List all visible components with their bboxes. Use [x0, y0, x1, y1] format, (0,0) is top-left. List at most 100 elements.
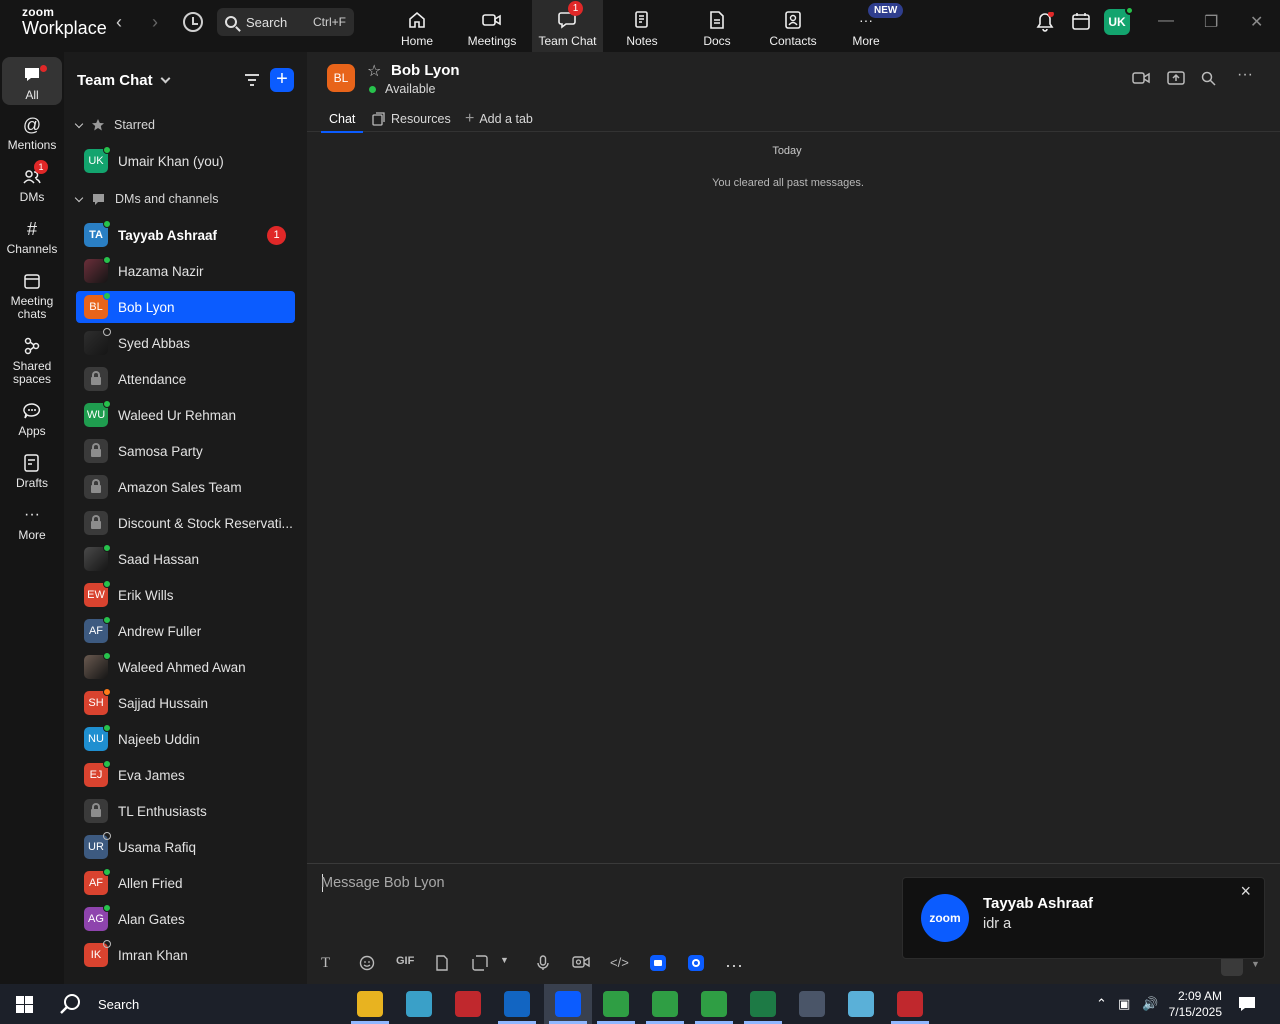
search-icon[interactable] — [1201, 71, 1216, 91]
rail-item-channels[interactable]: # Channels — [0, 218, 64, 256]
rail-item-apps[interactable]: Apps — [0, 400, 64, 438]
windows-start-icon[interactable] — [16, 996, 33, 1013]
app-zoom-icon[interactable] — [688, 955, 704, 971]
list-item[interactable]: UR Usama Rafiq — [76, 831, 295, 863]
rail-item-all[interactable]: All — [2, 57, 62, 105]
user-avatar[interactable]: UK — [1104, 6, 1134, 35]
tab-meetings[interactable]: Meetings — [459, 0, 525, 52]
list-item[interactable]: NU Najeeb Uddin — [76, 723, 295, 755]
back-arrow-icon[interactable]: ‹ — [116, 12, 122, 33]
tab-home[interactable]: Home — [383, 0, 451, 52]
maximize-icon[interactable]: ❐ — [1204, 12, 1218, 32]
filezilla-icon[interactable] — [455, 991, 481, 1017]
list-item[interactable]: Amazon Sales Team — [76, 471, 295, 503]
list-item[interactable]: WU Waleed Ur Rehman — [76, 399, 295, 431]
video-message-icon[interactable] — [572, 955, 590, 969]
chrome-icon[interactable] — [652, 991, 678, 1017]
snipping-tool-icon[interactable] — [897, 991, 923, 1017]
more-tools-icon[interactable]: ··· — [725, 955, 743, 976]
list-item[interactable]: Waleed Ahmed Awan — [76, 651, 295, 683]
list-item[interactable]: BL Bob Lyon — [76, 291, 295, 323]
tab-chat[interactable]: Chat — [320, 108, 364, 133]
list-item[interactable]: SH Sajjad Hussain — [76, 687, 295, 719]
sidebar-title[interactable]: Team Chat — [77, 72, 171, 89]
rail-item-label: All — [25, 88, 39, 102]
chat-sidebar: Team Chat + Starred UK Umair Khan (you) … — [64, 52, 307, 984]
notification-center-icon[interactable] — [1238, 996, 1256, 1015]
new-chat-button[interactable]: + — [270, 68, 294, 92]
code-snippet-icon[interactable]: </> — [610, 955, 629, 970]
file-explorer-icon[interactable] — [357, 991, 383, 1017]
avatar[interactable]: BL — [327, 64, 355, 92]
app-blue-icon[interactable] — [650, 955, 666, 971]
star-icon[interactable]: ☆ — [367, 61, 381, 81]
list-item[interactable]: TL Enthusiasts — [76, 795, 295, 827]
chat-title[interactable]: Bob Lyon — [391, 62, 460, 79]
history-icon[interactable] — [183, 12, 203, 32]
tab-notes[interactable]: Notes — [612, 0, 672, 52]
chevron-down-icon[interactable]: ▼ — [1251, 959, 1260, 969]
filter-icon[interactable] — [244, 73, 260, 92]
search-box[interactable]: Search Ctrl+F — [217, 8, 354, 36]
list-item[interactable]: AF Allen Fried — [76, 867, 295, 899]
rail-item-more[interactable]: ··· More — [0, 504, 64, 542]
chrome-icon[interactable] — [701, 991, 727, 1017]
list-item[interactable]: UK Umair Khan (you) — [76, 145, 295, 177]
chevron-down-icon[interactable]: ▼ — [500, 955, 509, 965]
list-item[interactable]: Saad Hassan — [76, 543, 295, 575]
minimize-icon[interactable]: — — [1158, 12, 1174, 30]
screenshot-icon[interactable] — [472, 955, 488, 971]
tab-contacts[interactable]: Contacts — [762, 0, 824, 52]
taskbar-search[interactable]: Search — [60, 984, 139, 1024]
close-icon[interactable]: × — [1240, 881, 1251, 902]
list-item[interactable]: AG Alan Gates — [76, 903, 295, 935]
tab-more[interactable]: ··· More NEW — [840, 0, 904, 52]
notifications-bell-icon[interactable] — [1036, 11, 1054, 37]
section-dms-and-channels[interactable]: DMs and channels — [74, 192, 219, 206]
chevron-up-icon[interactable]: ⌃ — [1096, 996, 1107, 1012]
calculator-icon[interactable] — [799, 991, 825, 1017]
app-diamond-icon[interactable] — [406, 991, 432, 1017]
outlook-icon[interactable] — [504, 991, 530, 1017]
list-item[interactable]: TA Tayyab Ashraaf 1 — [76, 219, 295, 251]
volume-icon[interactable]: 🔊 — [1142, 996, 1158, 1012]
tab-docs[interactable]: Docs — [690, 0, 744, 52]
file-icon[interactable] — [435, 955, 449, 971]
list-item[interactable]: AF Andrew Fuller — [76, 615, 295, 647]
video-call-icon[interactable] — [1132, 71, 1150, 90]
list-item[interactable]: Syed Abbas — [76, 327, 295, 359]
chrome-icon[interactable] — [603, 991, 629, 1017]
list-item[interactable]: Hazama Nazir — [76, 255, 295, 287]
tab-resources[interactable]: Resources — [372, 108, 451, 130]
rail-item-drafts[interactable]: Drafts — [0, 452, 64, 490]
notepad-icon[interactable] — [848, 991, 874, 1017]
add-tab-button[interactable]: + Add a tab — [465, 108, 533, 130]
list-item[interactable]: Samosa Party — [76, 435, 295, 467]
list-item[interactable]: Discount & Stock Reservati... — [76, 507, 295, 539]
close-window-icon[interactable]: ✕ — [1250, 12, 1263, 32]
rail-item-dms[interactable]: 1 DMs — [0, 160, 64, 204]
gif-button[interactable]: GIF — [396, 955, 414, 967]
calendar-icon[interactable] — [1072, 12, 1090, 35]
tab-team-chat[interactable]: Team Chat 1 — [532, 0, 603, 52]
excel-icon[interactable] — [750, 991, 776, 1017]
share-screen-icon[interactable] — [1167, 71, 1185, 90]
list-item[interactable]: EJ Eva James — [76, 759, 295, 791]
network-icon[interactable]: ▣ — [1118, 996, 1130, 1012]
list-item[interactable]: EW Erik Wills — [76, 579, 295, 611]
rail-item-mentions[interactable]: @ Mentions — [0, 114, 64, 152]
section-starred[interactable]: Starred — [74, 118, 155, 132]
more-options-icon[interactable]: ··· — [1237, 66, 1253, 84]
rail-item-shared-spaces[interactable]: Shared spaces — [0, 335, 64, 386]
taskbar-clock[interactable]: 2:09 AM 7/15/2025 — [1168, 988, 1222, 1020]
microphone-icon[interactable] — [537, 955, 549, 971]
list-item[interactable]: Attendance — [76, 363, 295, 395]
forward-arrow-icon[interactable]: › — [152, 12, 158, 33]
emoji-icon[interactable] — [359, 955, 375, 971]
message-input[interactable] — [321, 872, 881, 894]
list-item[interactable]: IK Imran Khan — [76, 939, 295, 971]
text-format-icon[interactable]: T — [321, 955, 330, 972]
zoom-icon[interactable] — [555, 991, 581, 1017]
rail-item-meeting-chats[interactable]: Meeting chats — [0, 270, 64, 321]
message-notification-toast[interactable]: zoom Tayyab Ashraaf idr a × — [902, 877, 1265, 959]
